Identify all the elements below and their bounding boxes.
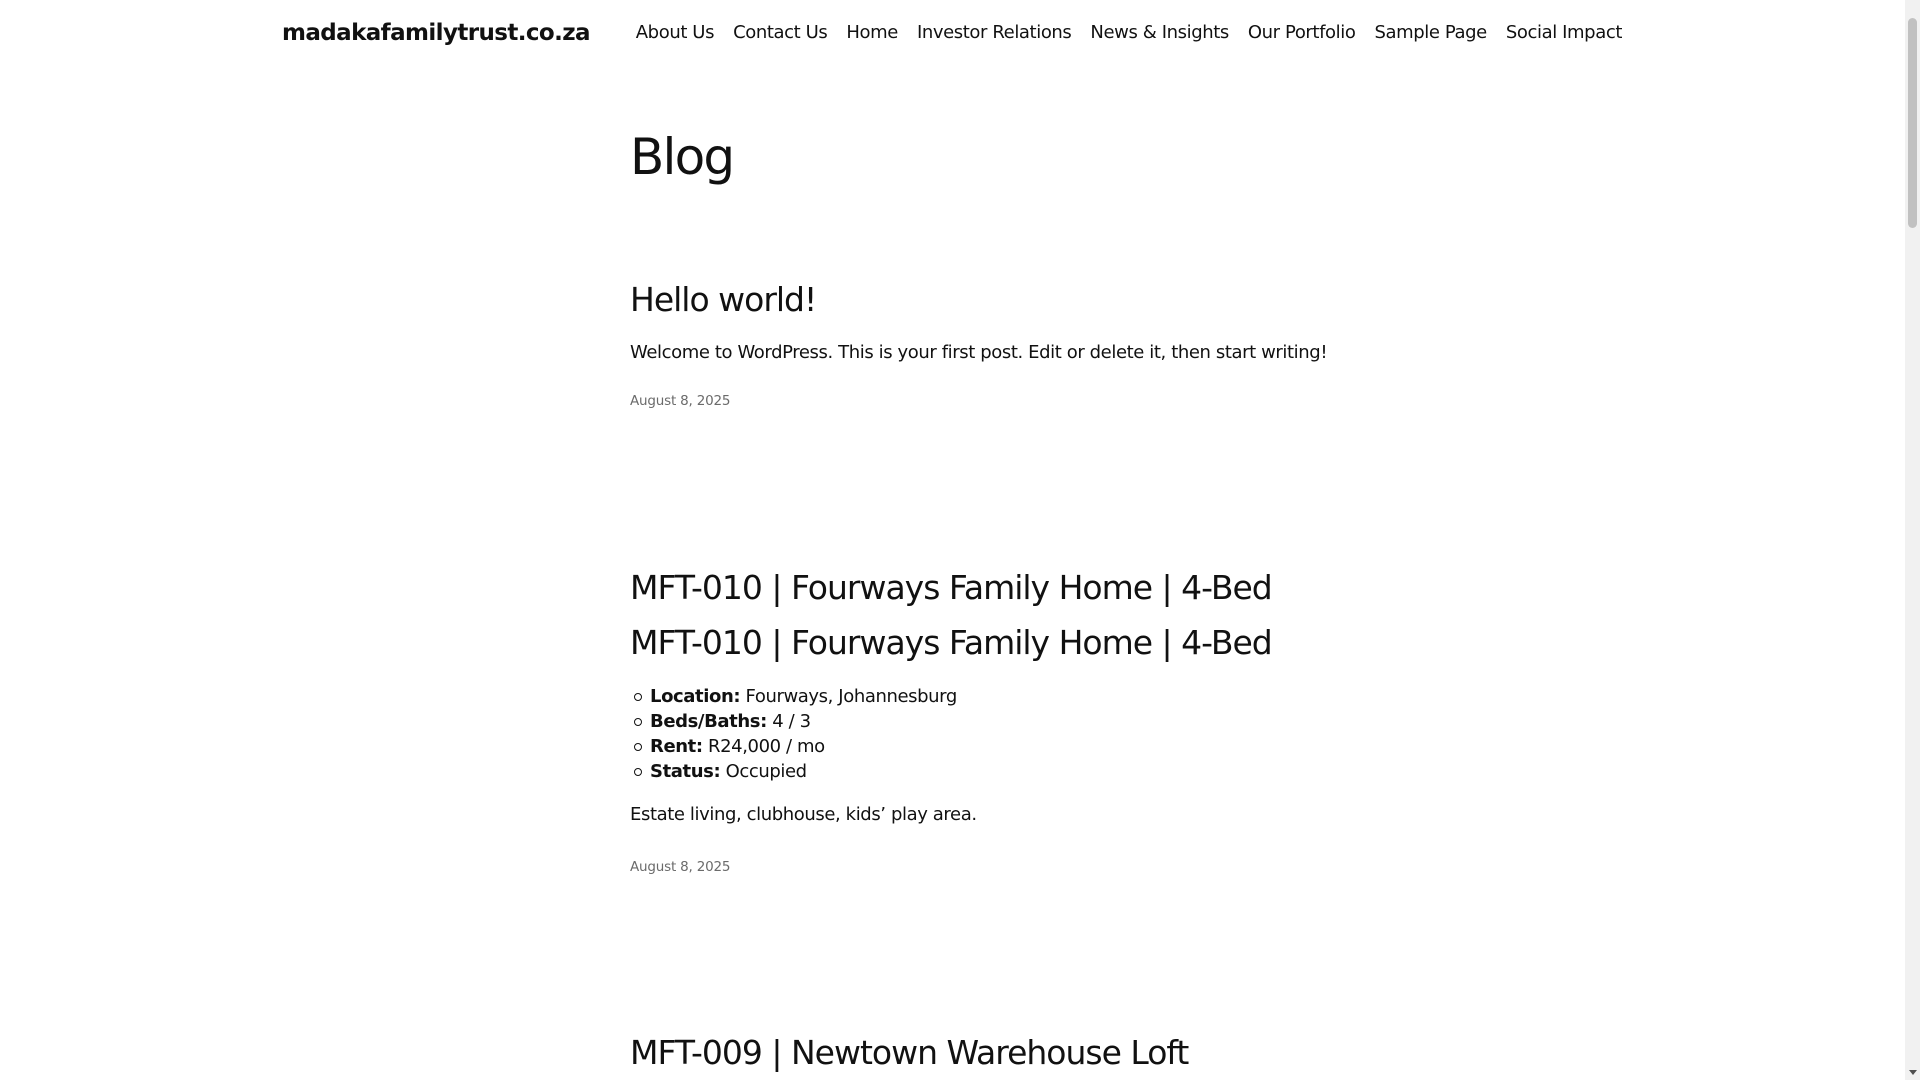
post-date-link[interactable]: August 8, 2025 <box>630 393 730 409</box>
post-title: MFT-009 | Newtown Warehouse Loft <box>630 1033 1350 1073</box>
vertical-scrollbar[interactable] <box>1905 0 1920 1080</box>
property-detail-location: Location: Fourways, Johannesburg <box>634 684 958 709</box>
post-title: Hello world! <box>630 280 1350 320</box>
nav-item-home[interactable]: Home <box>846 22 898 43</box>
detail-value: Occupied <box>720 761 808 782</box>
site-header: madakafamilytrust.co.za About Us Contact… <box>0 0 1905 72</box>
scroll-down-arrow-icon[interactable] <box>1905 1065 1920 1080</box>
post-excerpt: Estate living, clubhouse, kids’ play are… <box>630 804 977 825</box>
property-details-list: Location: Fourways, Johannesburg Beds/Ba… <box>634 684 958 784</box>
nav-item-contact-us[interactable]: Contact Us <box>733 22 828 43</box>
post-excerpt: Welcome to WordPress. This is your first… <box>630 342 1328 363</box>
nav-item-news-insights[interactable]: News & Insights <box>1090 22 1229 43</box>
post-item: MFT-009 | Newtown Warehouse Loft <box>630 1033 1350 1073</box>
nav-item-investor-relations[interactable]: Investor Relations <box>917 22 1072 43</box>
detail-value: 4 / 3 <box>766 711 811 732</box>
page-title: Blog <box>630 128 735 186</box>
nav-item-our-portfolio[interactable]: Our Portfolio <box>1248 22 1356 43</box>
detail-key: Status: <box>650 761 721 782</box>
detail-value: R24,000 / mo <box>702 736 825 757</box>
detail-key: Rent: <box>650 736 703 757</box>
property-detail-rent: Rent: R24,000 / mo <box>634 734 957 759</box>
post-item: MFT-010 | Fourways Family Home | 4-Bed M… <box>630 568 1350 875</box>
nav-item-about-us[interactable]: About Us <box>636 22 715 43</box>
scrollbar-thumb[interactable] <box>1908 18 1917 228</box>
detail-key: Location: <box>650 686 741 707</box>
post-date-link[interactable]: August 8, 2025 <box>630 859 730 875</box>
site-title-link[interactable]: madakafamilytrust.co.za <box>282 20 591 46</box>
post-title-link[interactable]: Hello world! <box>630 280 817 319</box>
property-detail-status: Status: Occupied <box>634 759 957 784</box>
nav-item-social-impact[interactable]: Social Impact <box>1506 22 1623 43</box>
page: madakafamilytrust.co.za About Us Contact… <box>0 0 1905 1080</box>
post-title-link[interactable]: MFT-009 | Newtown Warehouse Loft <box>630 1033 1189 1072</box>
post-title: MFT-010 | Fourways Family Home | 4-Bed <box>630 568 1350 608</box>
property-detail-beds-baths: Beds/Baths: 4 / 3 <box>634 709 957 734</box>
post-item: Hello world! Welcome to WordPress. This … <box>630 280 1350 409</box>
post-content-heading: MFT-010 | Fourways Family Home | 4-Bed <box>630 623 1273 662</box>
nav-item-sample-page[interactable]: Sample Page <box>1374 22 1487 43</box>
detail-key: Beds/Baths: <box>650 711 767 732</box>
primary-nav: About Us Contact Us Home Investor Relati… <box>636 22 1623 43</box>
detail-value: Fourways, Johannesburg <box>740 686 958 707</box>
post-title-link[interactable]: MFT-010 | Fourways Family Home | 4-Bed <box>630 568 1273 607</box>
